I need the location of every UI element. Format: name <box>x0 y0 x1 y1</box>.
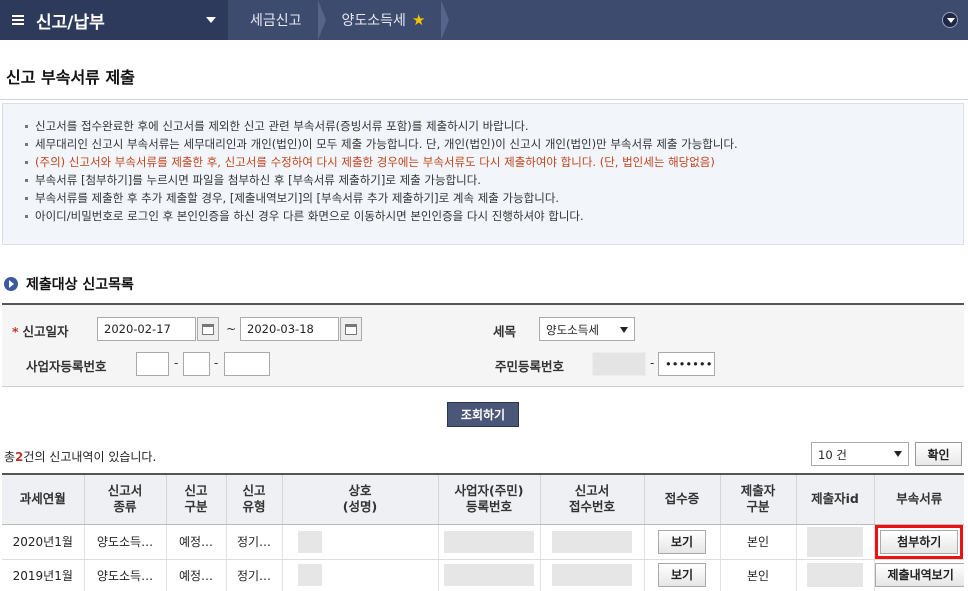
expand-menu-button[interactable] <box>942 12 958 28</box>
caret-down-icon <box>206 17 216 23</box>
category-cell: 예정… <box>166 559 227 591</box>
attachment-cell: 제출내역보기 <box>874 559 964 591</box>
confirm-button[interactable]: 확인 <box>915 442 962 466</box>
breadcrumb-label: 양도소득세 <box>341 13 406 29</box>
nav-right <box>942 0 968 40</box>
kind-cell: 양도소득… <box>84 524 167 560</box>
bizno-label: 사업자등록번호 <box>26 359 107 374</box>
section-title: 제출대상 신고목록 <box>26 277 134 293</box>
receipt-no-cell-redacted <box>540 559 645 591</box>
table-header-row: 과세연월 신고서 종류 신고 구분 신고 유형 상호 (성명) 사업자(주민) 등록번호 … <box>2 473 964 525</box>
col-header: 과세연월 <box>2 473 85 525</box>
notice-item: 부속서류 [첨부하기]를 누르시면 파일을 첨부하신 후 [부속서류 제출하기]… <box>25 171 963 189</box>
date-separator: ~ <box>226 322 237 336</box>
name-cell-redacted <box>282 524 439 560</box>
breadcrumb-capital-gains[interactable]: 양도소득세 ★ <box>320 0 450 40</box>
breadcrumb-tax-filing[interactable]: 세금신고 <box>228 0 326 40</box>
rrn-label: 주민등록번호 <box>495 359 565 374</box>
category-cell: 예정… <box>166 524 227 560</box>
col-header: 신고서 접수번호 <box>540 473 645 525</box>
date-from-input[interactable]: 2020-02-17 <box>97 317 196 341</box>
dash: - <box>214 356 219 370</box>
notice-item: 세무대리인 신고시 부속서류는 세무대리인과 개인(법인)이 모두 제출 가능합… <box>25 135 963 153</box>
search-button[interactable]: 조회하기 <box>447 402 519 427</box>
dash: - <box>174 356 179 370</box>
notice-item: 신고서를 접수완료한 후에 신고서를 제외한 신고 관련 부속서류(증빙서류 포… <box>25 117 963 135</box>
view-receipt-button[interactable]: 보기 <box>657 529 707 554</box>
main-menu-label: 신고/납부 <box>36 12 105 33</box>
page-size-select[interactable]: 10 건 <box>811 442 909 466</box>
col-header: 상호 (성명) <box>282 473 439 525</box>
table-row: 2019년1월 양도소득… 예정… 정기… 보기 본인 제출내역보기 <box>2 559 964 591</box>
type-cell: 정기… <box>226 524 283 560</box>
receipt-cell: 보기 <box>644 559 721 591</box>
calendar-button[interactable] <box>340 317 362 341</box>
kind-cell: 양도소득… <box>84 559 167 591</box>
type-cell: 정기… <box>226 559 283 591</box>
name-cell-redacted <box>282 559 439 591</box>
submitter-cell: 본인 <box>720 559 797 591</box>
notice-box: 신고서를 접수완료한 후에 신고서를 제외한 신고 관련 부속서류(증빙서류 포… <box>2 103 964 245</box>
notice-item: 부속서류를 제출한 후 추가 제출할 경우, [제출내역보기]의 [부속서류 추… <box>25 189 963 207</box>
result-count: 총2건의 신고내역이 있습니다. <box>4 450 157 464</box>
col-header: 접수증 <box>644 473 721 525</box>
receipt-cell: 보기 <box>644 524 721 560</box>
receipt-no-cell-redacted <box>540 524 645 560</box>
notice-warning: (주의) 신고서와 부속서류를 제출한 후, 신고서를 수정하여 다시 제출한 … <box>25 153 963 171</box>
regno-cell-redacted <box>438 524 541 560</box>
submitter-cell: 본인 <box>720 524 797 560</box>
table-row: 2020년1월 양도소득… 예정… 정기… 보기 본인 첨부하기 <box>2 524 964 560</box>
submitter-id-cell-redacted <box>796 559 875 591</box>
bizno-field-3[interactable] <box>224 352 270 376</box>
dropdown-arrow-icon <box>620 327 628 333</box>
calendar-icon <box>202 323 214 335</box>
tax-type-label: 세목 <box>493 324 517 339</box>
page-title: 신고 부속서류 제출 <box>6 68 135 87</box>
period-cell: 2019년1월 <box>2 559 85 591</box>
main-menu-button[interactable]: 신고/납부 <box>0 0 228 40</box>
highlight-box: 첨부하기 <box>875 524 964 558</box>
col-header: 사업자(주민) 등록번호 <box>438 473 541 525</box>
tax-type-select[interactable]: 양도소득세 <box>539 317 635 341</box>
date-label: * 신고일자 <box>12 324 69 339</box>
view-receipt-button[interactable]: 보기 <box>657 563 707 587</box>
arrow-circle-icon <box>4 277 18 291</box>
attachment-cell: 첨부하기 <box>874 524 964 560</box>
col-header: 제출자id <box>796 473 875 525</box>
col-header: 신고 유형 <box>226 473 283 525</box>
col-header: 제출자 구분 <box>720 473 797 525</box>
col-header: 신고서 종류 <box>84 473 167 525</box>
bizno-field-2[interactable] <box>183 352 210 376</box>
divider <box>0 99 968 100</box>
breadcrumb-label: 세금신고 <box>250 13 302 29</box>
rrn-field-2[interactable]: ••••••• <box>658 352 715 376</box>
dropdown-arrow-icon <box>894 451 902 457</box>
regno-cell-redacted <box>438 559 541 591</box>
period-cell: 2020년1월 <box>2 524 85 560</box>
bizno-field-1[interactable] <box>136 352 169 376</box>
attach-button[interactable]: 첨부하기 <box>880 529 959 554</box>
section-header: 제출대상 신고목록 <box>4 274 134 294</box>
page-size-value: 10 건 <box>818 448 847 462</box>
filing-table: 과세연월 신고서 종류 신고 구분 신고 유형 상호 (성명) 사업자(주민) 등록번호 … <box>2 473 964 591</box>
top-nav: 신고/납부 세금신고 양도소득세 ★ <box>0 0 968 40</box>
view-submission-button[interactable]: 제출내역보기 <box>874 563 964 587</box>
hamburger-icon <box>12 14 26 26</box>
tax-type-value: 양도소득세 <box>546 323 599 337</box>
col-header: 부속서류 <box>874 473 964 525</box>
calendar-button[interactable] <box>197 317 219 341</box>
search-panel: * 신고일자 2020-02-17 ~ 2020-03-18 세목 양도소득세 사… <box>2 303 964 387</box>
notice-item: 아이디/비밀번호로 로그인 후 본인인증을 하신 경우 다른 화면으로 이동하시… <box>25 207 963 225</box>
date-to-input[interactable]: 2020-03-18 <box>240 317 339 341</box>
calendar-icon <box>345 323 357 335</box>
col-header: 신고 구분 <box>166 473 227 525</box>
star-icon[interactable]: ★ <box>412 11 425 29</box>
submitter-id-cell-redacted <box>796 524 875 560</box>
rrn-field-1[interactable] <box>592 352 646 376</box>
dash: - <box>650 356 655 370</box>
